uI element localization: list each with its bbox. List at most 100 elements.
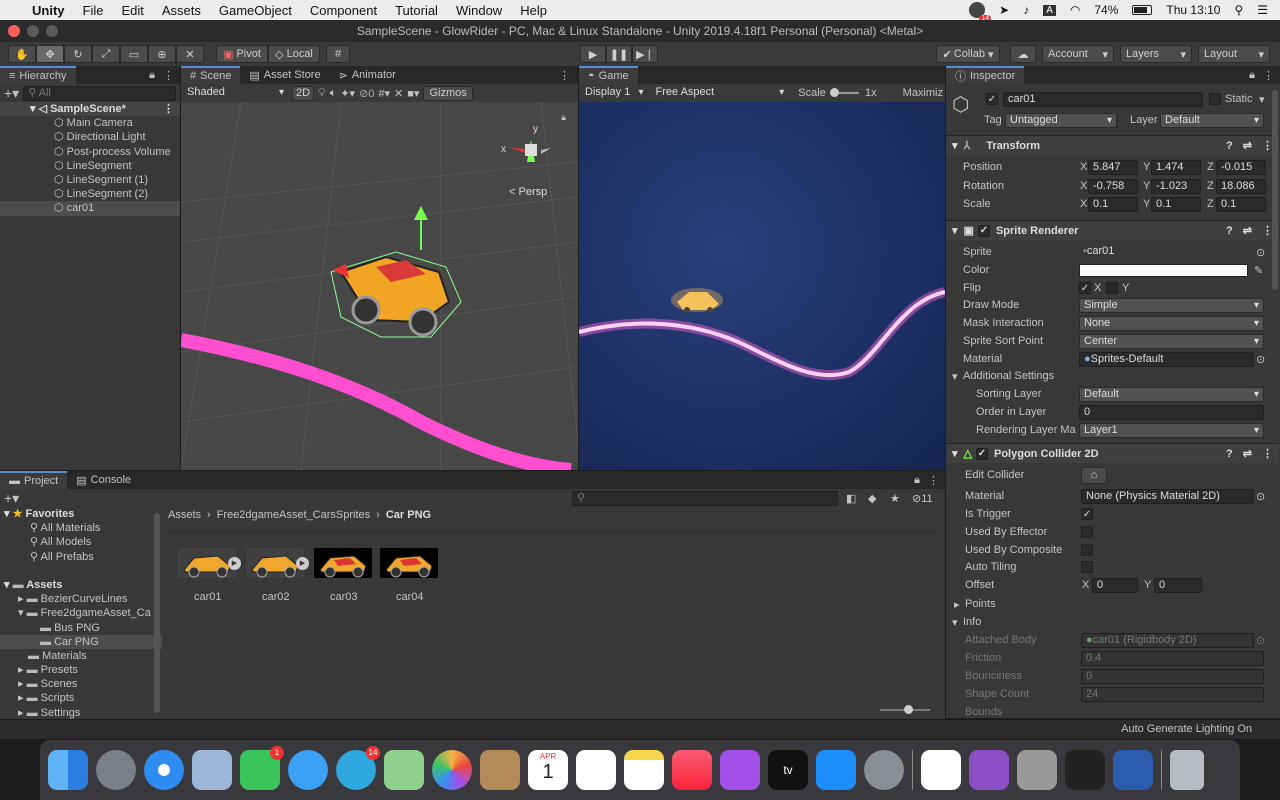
scene-root-row[interactable]: ▾ ◁ SampleScene* ⋮ xyxy=(0,102,180,117)
rendering-layer-dropdown[interactable]: Layer1 xyxy=(1079,422,1264,438)
system-preferences-icon[interactable] xyxy=(864,750,904,790)
toggle-2d-button[interactable]: 2D xyxy=(292,85,314,101)
filter-by-label-icon[interactable]: ◆ xyxy=(868,492,876,505)
notification-icon[interactable]: 14 xyxy=(969,2,992,22)
flip-x-checkbox[interactable]: ✓ xyxy=(1079,282,1091,294)
sprite-sort-point-dropdown[interactable]: Center xyxy=(1079,333,1264,349)
points-foldout[interactable]: ▸ Points xyxy=(946,595,1279,613)
menu-tutorial[interactable]: Tutorial xyxy=(386,3,447,18)
folder-item[interactable]: ▸ ▬ Presets xyxy=(0,663,162,677)
telegram-icon[interactable]: 14 xyxy=(336,746,380,790)
position-z-input[interactable]: -0.015 xyxy=(1216,159,1266,175)
pause-button[interactable]: ❚❚ xyxy=(606,45,632,63)
polygon-collider-header[interactable]: ▾ △ ✓ Polygon Collider 2D? ⇌ ⋮ xyxy=(946,443,1279,463)
expand-arrow-icon[interactable]: ▸ xyxy=(18,664,27,676)
flip-y-checkbox[interactable] xyxy=(1106,282,1118,294)
position-x-input[interactable]: 5.847 xyxy=(1088,159,1138,175)
favorite-item[interactable]: ⚲ All Materials xyxy=(0,521,162,535)
location-icon[interactable]: ➤ xyxy=(999,3,1009,17)
scene-viewport[interactable]: y x 🔒︎ < Persp xyxy=(181,102,578,470)
collapse-arrow-icon[interactable]: ▾ xyxy=(4,579,13,591)
hand-tool-icon[interactable]: ✋ xyxy=(8,45,36,63)
trash-icon[interactable] xyxy=(1170,750,1204,790)
add-create-button[interactable]: +▾ xyxy=(4,85,19,102)
github-desktop-icon[interactable] xyxy=(969,750,1009,790)
folder-item-selected[interactable]: ▬ Car PNG xyxy=(0,634,162,649)
collapse-arrow-icon[interactable]: ▾ xyxy=(18,607,27,619)
scene-orientation-gizmo[interactable]: y x xyxy=(501,124,551,162)
inspector-scrollbar[interactable] xyxy=(1272,90,1278,290)
preview-icon[interactable] xyxy=(192,750,232,790)
unity-editor-icon[interactable] xyxy=(1065,750,1105,790)
local-toggle[interactable]: ◇ Local xyxy=(268,45,320,63)
breadcrumb-item[interactable]: Assets xyxy=(168,509,201,521)
cloud-button[interactable]: ☁ xyxy=(1010,45,1036,63)
display-dropdown[interactable]: Display 1 xyxy=(581,85,648,101)
tab-asset-store[interactable]: ▤ Asset Store xyxy=(240,66,329,84)
hierarchy-item[interactable]: ⬡ LineSegment (2) xyxy=(0,187,180,201)
collider-material-field[interactable]: None (Physics Material 2D) xyxy=(1081,488,1254,504)
favorite-item[interactable]: ⚲ All Prefabs xyxy=(0,550,162,564)
folder-item[interactable]: ▸ ▬ Scenes xyxy=(0,677,162,691)
zoom-window-button[interactable] xyxy=(46,25,58,37)
collider-enabled-checkbox[interactable]: ✓ xyxy=(976,447,988,460)
more-menu-icon[interactable]: ⋮ xyxy=(163,69,174,82)
music-icon[interactable] xyxy=(672,750,712,790)
hierarchy-item-selected[interactable]: ⬡ car01 xyxy=(0,201,180,216)
notes-icon[interactable] xyxy=(624,750,664,790)
audio-toggle-icon[interactable]: 🔈︎ xyxy=(330,87,337,100)
folder-tree-scrollbar[interactable] xyxy=(154,513,160,713)
folder-item[interactable]: ▬ Materials xyxy=(0,649,162,663)
folder-item[interactable]: ▸ ▬ Settings xyxy=(0,706,162,719)
pivot-toggle[interactable]: ▣ Pivot xyxy=(216,45,268,63)
hierarchy-search-input[interactable]: ⚲ All xyxy=(23,85,176,101)
used-by-effector-checkbox[interactable] xyxy=(1081,526,1093,538)
messages-icon[interactable] xyxy=(288,750,328,790)
collapse-arrow-icon[interactable]: ▾ xyxy=(4,508,13,520)
tools-icon[interactable]: ✕ xyxy=(394,87,403,100)
chevron-down-icon[interactable]: ▾ xyxy=(1259,93,1265,106)
asset-item[interactable]: ▶ car01 xyxy=(178,548,241,608)
collab-dropdown[interactable]: ✔ Collab ▾ xyxy=(936,45,1000,63)
aspect-dropdown[interactable]: Free Aspect xyxy=(651,85,789,101)
eyedropper-icon[interactable]: ✎ xyxy=(1254,264,1263,277)
hierarchy-item[interactable]: ⬡ Post-process Volume xyxy=(0,145,180,159)
menu-edit[interactable]: Edit xyxy=(112,3,152,18)
camera-icon[interactable]: ■▾ xyxy=(407,87,419,100)
thumbnail-size-slider[interactable] xyxy=(880,705,930,714)
more-menu-icon[interactable]: ⋮ xyxy=(559,69,570,82)
shading-mode-dropdown[interactable]: Shaded xyxy=(183,85,288,101)
collapse-arrow-icon[interactable]: ▾ xyxy=(952,224,958,237)
collapse-arrow-icon[interactable]: ▾ xyxy=(952,139,958,152)
static-checkbox[interactable] xyxy=(1209,93,1221,105)
breadcrumb-item[interactable]: Car PNG xyxy=(386,509,431,521)
favorite-star-icon[interactable]: ★ xyxy=(890,492,900,505)
collapse-arrow-icon[interactable]: ▾ xyxy=(952,447,958,460)
tag-dropdown[interactable]: Untagged xyxy=(1005,113,1117,128)
app-menu[interactable]: Unity xyxy=(23,3,74,18)
menu-gameobject[interactable]: GameObject xyxy=(210,3,301,18)
tab-project[interactable]: ▬ Project xyxy=(0,471,68,489)
grid-toggle-icon[interactable]: #▾ xyxy=(378,87,390,100)
rotation-y-input[interactable]: -1.023 xyxy=(1151,178,1201,194)
hierarchy-item[interactable]: ⬡ Directional Light xyxy=(0,130,180,144)
app-store-icon[interactable] xyxy=(816,750,856,790)
object-picker-icon[interactable]: ⊙ xyxy=(1256,353,1265,366)
offset-x-input[interactable]: 0 xyxy=(1092,577,1138,593)
filter-by-type-icon[interactable]: ◧ xyxy=(846,492,856,505)
menu-help[interactable]: Help xyxy=(511,3,556,18)
scale-slider[interactable] xyxy=(829,88,860,97)
spotlight-search-icon[interactable]: ⚲ xyxy=(1234,3,1243,17)
expand-arrow-icon[interactable]: ▸ xyxy=(18,707,27,719)
preset-icon[interactable]: ⇌ xyxy=(1243,224,1252,237)
transform-header[interactable]: ▾ ⅄ Transform? ⇌ ⋮ xyxy=(946,135,1279,155)
rect-tool-icon[interactable]: ▭ xyxy=(120,45,148,63)
more-menu-icon[interactable]: ⋮ xyxy=(1262,447,1273,460)
favorites-root[interactable]: ▾ ★ Favorites xyxy=(0,507,162,521)
more-menu-icon[interactable]: ⋮ xyxy=(1263,69,1274,82)
scale-x-input[interactable]: 0.1 xyxy=(1088,196,1138,212)
lock-icon[interactable]: 🔒︎ xyxy=(1249,69,1255,82)
used-by-composite-checkbox[interactable] xyxy=(1081,544,1093,556)
tab-scene[interactable]: # Scene xyxy=(181,66,241,84)
finder-icon[interactable] xyxy=(48,750,88,790)
